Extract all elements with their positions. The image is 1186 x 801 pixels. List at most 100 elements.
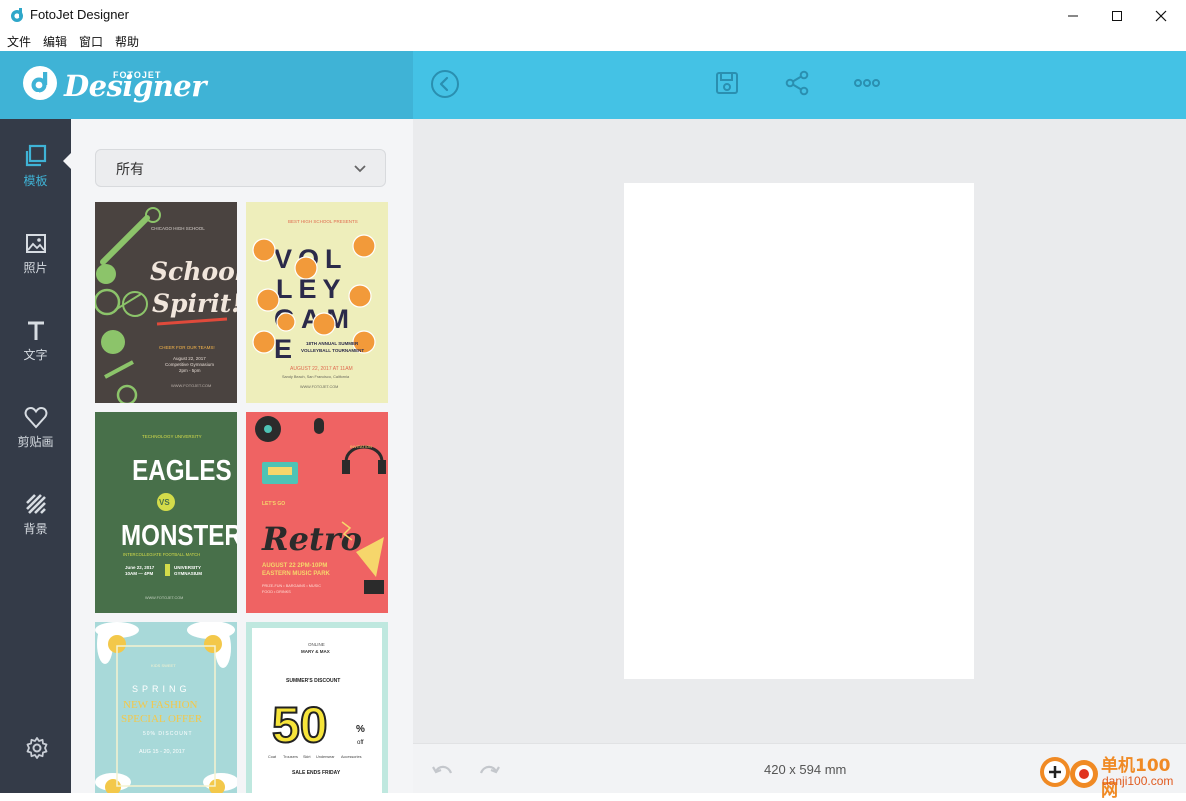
minimize-button[interactable] — [1050, 0, 1096, 31]
tpl-text: Skirt — [303, 755, 312, 759]
tpl-text: E — [274, 334, 298, 364]
category-selected: 所有 — [116, 162, 144, 178]
category-dropdown[interactable]: 所有 — [95, 149, 386, 187]
tpl-text: UNIVERSITY — [174, 565, 201, 570]
sidebar-item-background[interactable]: 背景 — [0, 487, 71, 547]
tpl-text: PRIZE-FUN • BARGAINS • MUSIC — [262, 584, 321, 588]
tpl-text: Underwear — [316, 755, 335, 759]
tpl-text: VS — [159, 498, 170, 507]
window-title: FotoJet Designer — [30, 7, 129, 22]
tpl-text: INVITATION — [350, 444, 372, 449]
tpl-text: Trousers — [283, 755, 298, 759]
tpl-text: BEST HIGH SCHOOL PRESENTS — [288, 219, 358, 224]
chevron-down-icon — [354, 165, 366, 173]
tpl-text: AUGUST 22, 2017 AT 11AM — [290, 366, 353, 372]
clipart-icon — [24, 406, 47, 429]
design-page[interactable] — [624, 183, 974, 679]
sidebar-item-label: 模板 — [23, 174, 48, 188]
menu-file[interactable]: 文件 — [7, 33, 31, 50]
sidebar: 模板 照片 文字 剪贴画 背景 — [0, 119, 71, 793]
redo-icon[interactable] — [477, 760, 501, 780]
tpl-text: 10AM — 4PM — [125, 571, 154, 576]
tpl-text: AUGUST 22 2PM-10PM — [262, 563, 327, 569]
tpl-text: Accessories — [341, 755, 362, 759]
sidebar-item-clipart[interactable]: 剪贴画 — [0, 400, 71, 460]
sidebar-item-photos[interactable]: 照片 — [0, 226, 71, 286]
template-thumbnail: INVITATION LET'S GO Retro AUGUST 22 2PM-… — [246, 412, 388, 613]
app-icon — [11, 8, 23, 22]
maximize-button[interactable] — [1094, 0, 1140, 31]
tpl-text: INTERCOLLEGIATE FOOTBALL MATCH — [123, 552, 200, 557]
tpl-text: CHICAGO HIGH SCHOOL — [151, 226, 205, 231]
logo-product: Designer — [64, 69, 207, 103]
menu-window[interactable]: 窗口 — [79, 33, 103, 50]
menu-help[interactable]: 帮助 — [115, 33, 139, 50]
template-icon — [25, 144, 46, 167]
tpl-text: VOLLEYBALL TOURNAMENT — [301, 348, 364, 353]
template-thumbnail: KIDS SWEET SPRING NEW FASHION SPECIAL OF… — [95, 622, 237, 793]
sidebar-item-label: 背景 — [23, 522, 48, 536]
tpl-text: August 22, 2017 — [173, 356, 206, 361]
tpl-text: School — [150, 257, 237, 286]
tpl-text: LEY — [276, 274, 347, 304]
tpl-text: SALE ENDS FRIDAY — [292, 770, 341, 776]
sidebar-item-label: 剪贴画 — [17, 435, 54, 449]
tpl-text: 2pm - 5pm — [179, 368, 201, 373]
gear-icon[interactable] — [25, 736, 49, 760]
template-card-retro[interactable]: INVITATION LET'S GO Retro AUGUST 22 2PM-… — [246, 412, 388, 613]
logo-header: FOTOJET Designer — [0, 51, 413, 119]
close-button[interactable] — [1138, 0, 1184, 31]
sidebar-item-text[interactable]: 文字 — [0, 313, 71, 373]
tpl-text: NEW FASHION — [123, 699, 198, 711]
watermark-url: danji100.com — [1102, 774, 1174, 788]
tpl-text: TECHNOLOGY UNIVERSITY — [142, 434, 202, 439]
page-size-label: 420 x 594 mm — [764, 762, 847, 777]
template-card-summer-discount[interactable]: ONLINE MARY & MAX SUMMER'S DISCOUNT 50 %… — [246, 622, 388, 793]
tpl-text: FOOD • DRINKS — [262, 590, 291, 594]
template-thumbnail: BEST HIGH SCHOOL PRESENTS VOL LEY GAM E … — [246, 202, 388, 403]
toolbar — [413, 51, 1186, 119]
tpl-text: SPRING — [132, 684, 191, 694]
template-card-volleyball[interactable]: BEST HIGH SCHOOL PRESENTS VOL LEY GAM E … — [246, 202, 388, 403]
watermark-logo-icon — [1040, 757, 1098, 788]
sidebar-item-label: 文字 — [23, 348, 48, 362]
tpl-text: Competitive Gymnasium — [165, 362, 214, 367]
tpl-text: Sandy Beach, San Francisco, California — [282, 375, 350, 379]
template-thumbnail: ONLINE MARY & MAX SUMMER'S DISCOUNT 50 %… — [246, 622, 388, 793]
tpl-text: % — [356, 724, 365, 735]
logo-icon — [23, 66, 57, 100]
tpl-text: MARY & MAX — [301, 649, 330, 654]
active-indicator — [63, 153, 71, 169]
tpl-text: 18TH ANNUAL SUMMER — [306, 341, 359, 346]
tpl-text: 50% DISCOUNT — [143, 731, 193, 737]
undo-icon[interactable] — [431, 760, 455, 780]
tpl-text: LET'S GO — [262, 501, 285, 507]
title-bar: FotoJet Designer — [0, 0, 1186, 31]
tpl-text: MONSTER — [121, 519, 237, 551]
template-thumbnail: TECHNOLOGY UNIVERSITY EAGLES VS MONSTER … — [95, 412, 237, 613]
tpl-text: June 22, 2017 — [125, 565, 155, 570]
template-card-school-spirit[interactable]: CHICAGO HIGH SCHOOL School Spirit! CHEER… — [95, 202, 237, 403]
tpl-text: AUG 15 - 20, 2017 — [139, 749, 185, 755]
tpl-text: 50 — [272, 697, 328, 753]
photo-icon — [25, 234, 46, 253]
tpl-text: KIDS SWEET — [151, 663, 176, 668]
background-icon — [25, 494, 46, 514]
sidebar-item-templates[interactable]: 模板 — [0, 139, 71, 199]
share-icon[interactable] — [782, 68, 812, 98]
tpl-text: CHEER FOR OUR TEAMS! — [159, 345, 215, 350]
save-icon[interactable] — [712, 68, 742, 98]
tpl-text: EAGLES — [132, 454, 231, 486]
template-card-eagles[interactable]: TECHNOLOGY UNIVERSITY EAGLES VS MONSTER … — [95, 412, 237, 613]
text-icon — [27, 321, 44, 340]
watermark: 单机100网 danji100.com — [1038, 748, 1186, 801]
tpl-text: SUMMER'S DISCOUNT — [286, 678, 340, 684]
back-icon[interactable] — [430, 69, 460, 99]
tpl-text: off — [357, 740, 364, 746]
canvas-area — [413, 119, 1186, 743]
more-icon[interactable] — [852, 68, 882, 98]
tpl-text: WWW.FOTOJET.COM — [171, 383, 211, 388]
menu-edit[interactable]: 编辑 — [43, 33, 67, 50]
tpl-text: GYMNASIUM — [174, 571, 202, 576]
template-card-spring[interactable]: KIDS SWEET SPRING NEW FASHION SPECIAL OF… — [95, 622, 237, 793]
